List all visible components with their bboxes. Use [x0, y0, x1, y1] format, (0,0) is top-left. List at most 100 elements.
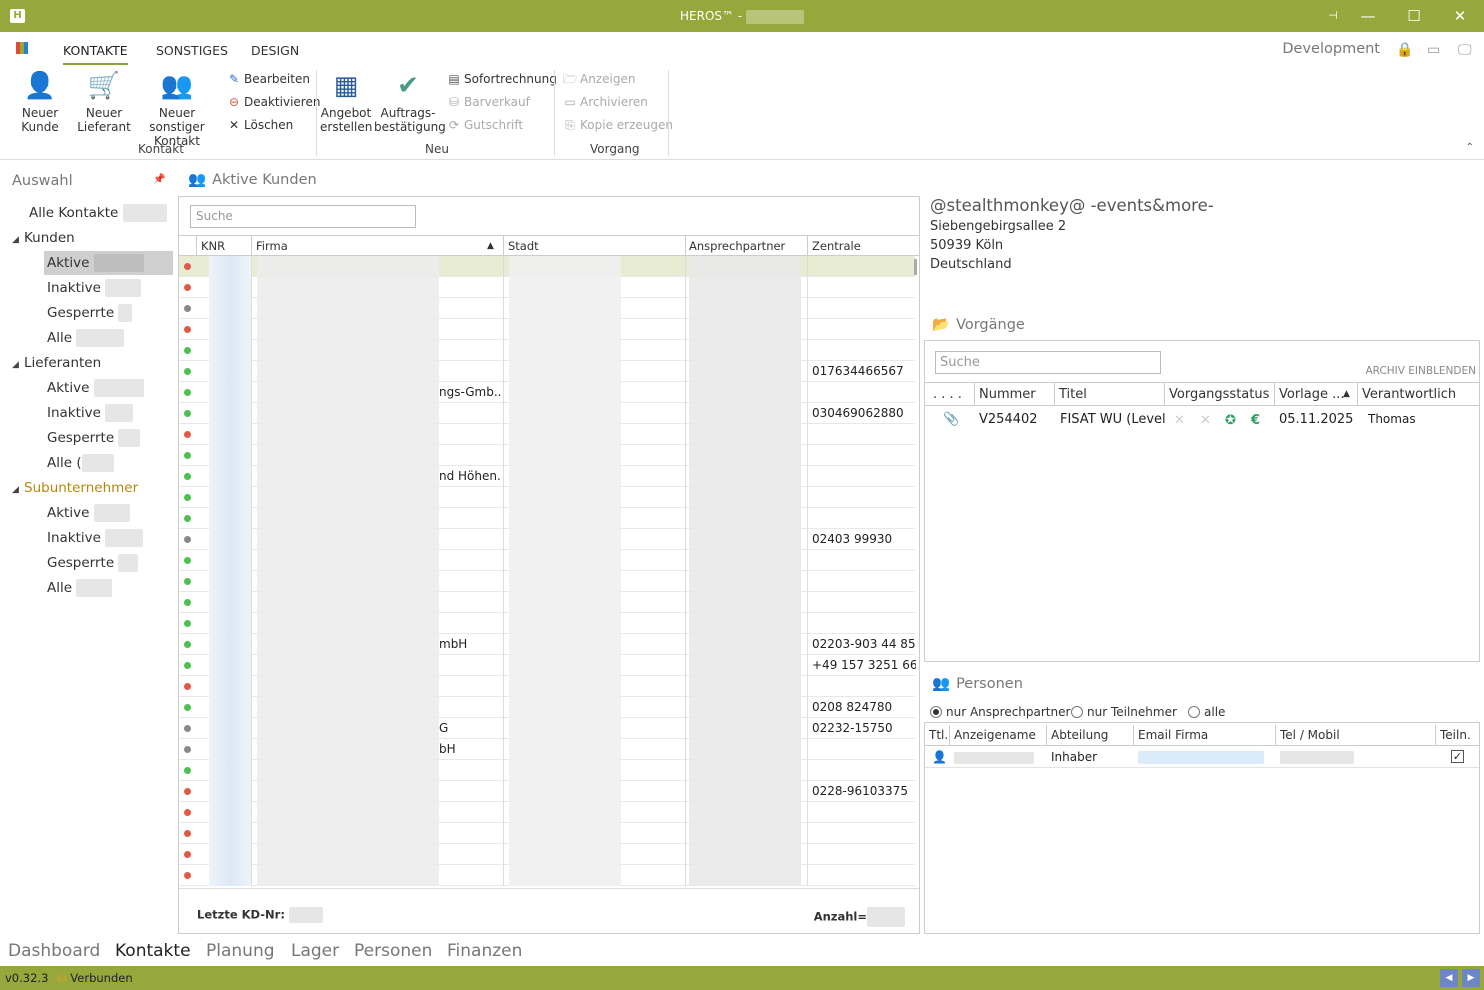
cell-firma: mbH: [439, 637, 468, 651]
nav-dashboard[interactable]: Dashboard: [8, 941, 100, 961]
minimize-button[interactable]: —: [1345, 0, 1391, 32]
expand-arrow-icon[interactable]: ◢: [12, 228, 24, 252]
credit-note-label: Gutschrift: [464, 118, 524, 132]
sidebar-item-sub-inaktive[interactable]: Inaktive: [47, 526, 144, 550]
new-other-contact-button[interactable]: 👥 Neuer sonstiger Kontakt: [132, 70, 222, 148]
tab-design[interactable]: DESIGN: [251, 43, 299, 58]
column-header-nummer[interactable]: Nummer: [979, 387, 1036, 402]
sidebar-item-sub-gesperrte[interactable]: Gesperrte: [47, 551, 139, 575]
column-separator: [1164, 383, 1165, 406]
filter-teilnehmer-radio[interactable]: nur Teilnehmer: [1071, 705, 1177, 719]
cash-sale-button[interactable]: ⛁ Barverkauf: [446, 92, 530, 112]
edit-button[interactable]: ✎ Bearbeiten: [226, 69, 310, 89]
column-header-anzeigename[interactable]: Anzeigename: [954, 728, 1036, 742]
sidebar-item-sub-aktive[interactable]: Aktive: [47, 501, 130, 525]
create-offer-button[interactable]: ▦ Angebot erstellen: [320, 70, 372, 134]
count-redacted: [105, 279, 142, 297]
status-dot-icon: [184, 347, 191, 354]
column-header-teiln[interactable]: Teiln.: [1440, 728, 1471, 742]
order-confirmation-button[interactable]: ✔ Auftrags-bestätigung: [374, 70, 446, 134]
column-header-more[interactable]: . . . .: [933, 387, 962, 402]
sidebar-item-kunden-inaktive[interactable]: Inaktive: [47, 276, 142, 300]
monitor-icon[interactable]: 🖵: [1458, 42, 1472, 58]
collapse-ribbon-icon[interactable]: ⌃: [1466, 142, 1474, 153]
sidebar-item-kunden-alle[interactable]: Alle: [47, 326, 125, 350]
expand-arrow-icon[interactable]: ◢: [12, 353, 24, 377]
vorgang-row[interactable]: 📎 V254402 FISAT WU (Level ✕ ✕ ✪ € 05.11.…: [925, 408, 1479, 432]
sidebar-item-lieferanten-gesperrte[interactable]: Gesperrte: [47, 426, 141, 450]
sidebar-item-label: Aktive: [47, 505, 90, 521]
scroll-right-button[interactable]: ▶: [1462, 969, 1480, 987]
column-separator: [1275, 725, 1276, 745]
nav-finanzen[interactable]: Finanzen: [447, 941, 522, 961]
sidebar-group-subunternehmer[interactable]: ◢ Subunternehmer: [12, 476, 138, 500]
sidebar-item-kunden-aktive[interactable]: Aktive: [44, 251, 173, 275]
participant-checkbox[interactable]: ✓: [1451, 750, 1464, 763]
scroll-left-button[interactable]: ◀: [1440, 969, 1458, 987]
credit-note-button[interactable]: ⟳ Gutschrift: [446, 115, 523, 135]
deactivate-button[interactable]: ⊖ Deaktivieren: [226, 92, 320, 112]
archive-button[interactable]: ▭ Archivieren: [562, 92, 648, 112]
database-icon: ⛁: [57, 971, 67, 985]
column-header-verantwortlich[interactable]: Verantwortlich: [1362, 387, 1456, 402]
nav-personen[interactable]: Personen: [354, 941, 432, 961]
column-header-firma[interactable]: Firma: [256, 239, 288, 253]
nav-kontakte[interactable]: Kontakte: [115, 941, 191, 961]
show-archive-toggle[interactable]: ARCHIV EINBLENDEN: [1365, 365, 1476, 377]
instant-invoice-button[interactable]: ▤ Sofortrechnung: [446, 69, 557, 89]
column-header-knr[interactable]: KNR: [201, 239, 225, 253]
column-header-tel[interactable]: Tel / Mobil: [1280, 728, 1340, 742]
knr-redacted: [209, 256, 251, 886]
show-button[interactable]: 🗁 Anzeigen: [562, 69, 636, 89]
sidebar-item-lieferanten-inaktive[interactable]: Inaktive: [47, 401, 134, 425]
copy-button[interactable]: ⎘ Kopie erzeugen: [562, 115, 673, 135]
stadt-redacted: [509, 256, 621, 886]
copy-icon: ⎘: [565, 118, 575, 132]
sidebar-item-all-contacts[interactable]: Alle Kontakte: [29, 201, 167, 225]
close-button[interactable]: ✕: [1437, 0, 1483, 32]
sidebar: Auswahl 📌 Alle Kontakte ◢ Kunden Aktive I…: [0, 160, 175, 936]
vorgaenge-search-input[interactable]: Suche: [935, 351, 1161, 374]
column-header-zentrale[interactable]: Zentrale: [812, 239, 861, 253]
delete-button[interactable]: ✕ Löschen: [226, 115, 293, 135]
vertical-scrollbar[interactable]: [914, 259, 917, 275]
column-header-stadt[interactable]: Stadt: [508, 239, 539, 253]
column-header-email[interactable]: Email Firma: [1138, 728, 1208, 742]
nav-lager[interactable]: Lager: [291, 941, 339, 961]
chat-icon[interactable]: ▭: [1427, 42, 1440, 58]
column-separator: [1054, 383, 1055, 406]
filter-ansprechpartner-radio[interactable]: nur Ansprechpartner: [930, 705, 1070, 719]
sidebar-group-lieferanten[interactable]: ◢ Lieferanten: [12, 351, 101, 375]
tab-sonstiges[interactable]: SONSTIGES: [156, 43, 228, 58]
vorgang-nummer: V254402: [979, 412, 1038, 427]
radio-unchecked-icon: [1188, 706, 1200, 718]
nav-planung[interactable]: Planung: [206, 941, 275, 961]
column-header-ttl[interactable]: Ttl.: [929, 728, 948, 742]
pin-icon[interactable]: 📌: [153, 174, 165, 185]
contact-city: 50939 Köln: [930, 238, 1004, 253]
tab-kontakte[interactable]: KONTAKTE: [63, 43, 128, 65]
sidebar-item-lieferanten-aktive[interactable]: Aktive: [47, 376, 144, 400]
last-customer-number-label: Letzte KD-Nr:: [197, 907, 285, 922]
lock-icon[interactable]: 🔒: [1396, 42, 1413, 58]
expand-arrow-icon[interactable]: ◢: [12, 478, 24, 502]
apps-grid-icon[interactable]: [16, 42, 28, 54]
new-supplier-button[interactable]: 🛒 Neuer Lieferant: [74, 70, 134, 134]
column-header-titel[interactable]: Titel: [1059, 387, 1087, 402]
person-row[interactable]: 👤 Inhaber ✓: [925, 747, 1479, 768]
maximize-button[interactable]: ☐: [1391, 0, 1437, 32]
sidebar-item-lieferanten-alle[interactable]: Alle (: [47, 451, 114, 475]
count-redacted: [118, 304, 133, 322]
column-header-ansprechpartner[interactable]: Ansprechpartner: [689, 239, 785, 253]
sidebar-item-sub-alle[interactable]: Alle: [47, 576, 113, 600]
new-customer-button[interactable]: 👤 Neuer Kunde: [14, 70, 66, 134]
customer-search-input[interactable]: Suche: [190, 205, 416, 228]
column-separator: [1357, 383, 1358, 406]
column-header-vorgangsstatus[interactable]: Vorgangsstatus: [1169, 387, 1269, 402]
count-redacted: [105, 404, 134, 422]
column-header-abteilung[interactable]: Abteilung: [1051, 728, 1108, 742]
column-header-vorlage[interactable]: Vorlage ...: [1279, 387, 1345, 402]
filter-alle-radio[interactable]: alle: [1188, 705, 1225, 719]
sidebar-group-kunden[interactable]: ◢ Kunden: [12, 226, 75, 250]
sidebar-item-kunden-gesperrte[interactable]: Gesperrte: [47, 301, 133, 325]
